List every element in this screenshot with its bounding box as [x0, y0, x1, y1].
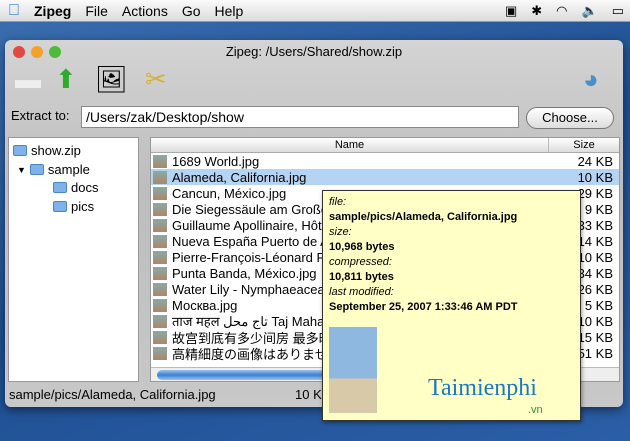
watermark-logo: Taimienphi — [428, 375, 537, 401]
wifi-icon[interactable]: ◠ — [556, 3, 567, 19]
column-header-name[interactable]: Name — [151, 138, 549, 152]
extract-icon[interactable]: ⬆ — [55, 64, 77, 95]
image-thumbnail-icon — [153, 186, 167, 200]
file-info-tooltip: file: sample/pics/Alameda, California.jp… — [322, 190, 581, 421]
preview-icon[interactable]: 🖼 — [95, 64, 128, 95]
open-archive-icon[interactable]: ▬ — [15, 64, 41, 95]
tree-label: show.zip — [31, 143, 81, 158]
help-globe-icon[interactable]: ◕ — [583, 64, 599, 95]
tooltip-file: sample/pics/Alameda, California.jpg — [329, 211, 518, 223]
tree-item-sample[interactable]: ▼ sample — [17, 162, 90, 177]
file-name: Alameda, California.jpg — [172, 169, 307, 185]
watermark-tld: .vn — [528, 404, 543, 416]
tooltip-file-label: file: — [329, 196, 347, 208]
menu-help[interactable]: Help — [215, 3, 244, 19]
image-thumbnail-icon — [153, 282, 167, 296]
menu-actions[interactable]: Actions — [122, 3, 168, 19]
image-thumbnail-icon — [153, 154, 167, 168]
status-path: sample/pics/Alameda, California.jpg — [9, 387, 216, 402]
tools-icon[interactable]: ✂ — [145, 64, 167, 95]
folder-icon — [29, 164, 44, 175]
tooltip-size: 10,968 bytes — [329, 241, 395, 253]
file-row[interactable]: 1689 World.jpg 24 KB — [151, 153, 619, 169]
tree-item-docs[interactable]: docs — [53, 180, 98, 195]
extract-label: Extract to: — [11, 108, 70, 123]
volume-icon[interactable]: 🔈 — [582, 3, 598, 19]
image-thumbnail-icon — [153, 314, 167, 328]
folder-icon — [13, 145, 27, 156]
image-thumbnail-icon — [153, 202, 167, 216]
file-row[interactable]: Alameda, California.jpg 10 KB — [151, 169, 619, 185]
folder-icon — [53, 182, 67, 193]
battery-icon[interactable]: ▭ — [612, 3, 624, 19]
image-thumbnail-icon — [153, 298, 167, 312]
tree-label: pics — [71, 199, 95, 214]
image-thumbnail-icon — [153, 330, 167, 344]
choose-button[interactable]: Choose... — [526, 107, 614, 129]
tooltip-modified-label: last modified: — [329, 286, 394, 298]
folder-tree: show.zip ▼ sample docs pics — [8, 137, 139, 382]
disclosure-triangle-icon[interactable]: ▼ — [17, 165, 26, 175]
folder-icon — [53, 201, 67, 212]
tree-item-root[interactable]: show.zip — [13, 143, 81, 158]
tooltip-size-label: size: — [329, 226, 352, 238]
image-thumbnail-icon — [153, 346, 167, 360]
menu-bar:  Zipeg File Actions Go Help ▣ ✱ ◠ 🔈 ▭ — [0, 0, 630, 22]
image-thumbnail-icon — [153, 266, 167, 280]
tree-label: docs — [71, 180, 99, 195]
image-thumbnail-icon — [153, 170, 167, 184]
bluetooth-icon[interactable]: ✱ — [531, 3, 542, 19]
image-thumbnail-icon — [153, 218, 167, 232]
apple-menu-icon[interactable]:  — [8, 2, 20, 20]
file-size: 10 KB — [577, 169, 613, 185]
tree-item-pics[interactable]: pics — [53, 199, 94, 214]
extract-path-input[interactable]: /Users/zak/Desktop/show — [81, 106, 519, 128]
window-title: Zipeg: /Users/Shared/show.zip — [225, 44, 403, 59]
tooltip-modified: September 25, 2007 1:33:46 AM PDT — [329, 301, 518, 313]
tooltip-compressed: 10,811 bytes — [329, 271, 394, 283]
menu-go[interactable]: Go — [182, 3, 201, 19]
file-name: 1689 World.jpg — [172, 153, 260, 169]
tooltip-compressed-label: compressed: — [329, 256, 392, 268]
image-thumbnail-icon — [153, 234, 167, 248]
file-size: 24 KB — [577, 153, 613, 169]
display-icon[interactable]: ▣ — [505, 3, 517, 19]
column-header-size[interactable]: Size — [549, 138, 619, 152]
tree-label: sample — [47, 162, 90, 177]
image-thumbnail-icon — [153, 250, 167, 264]
menu-app[interactable]: Zipeg — [34, 3, 71, 19]
image-preview — [329, 327, 377, 413]
menu-file[interactable]: File — [85, 3, 108, 19]
